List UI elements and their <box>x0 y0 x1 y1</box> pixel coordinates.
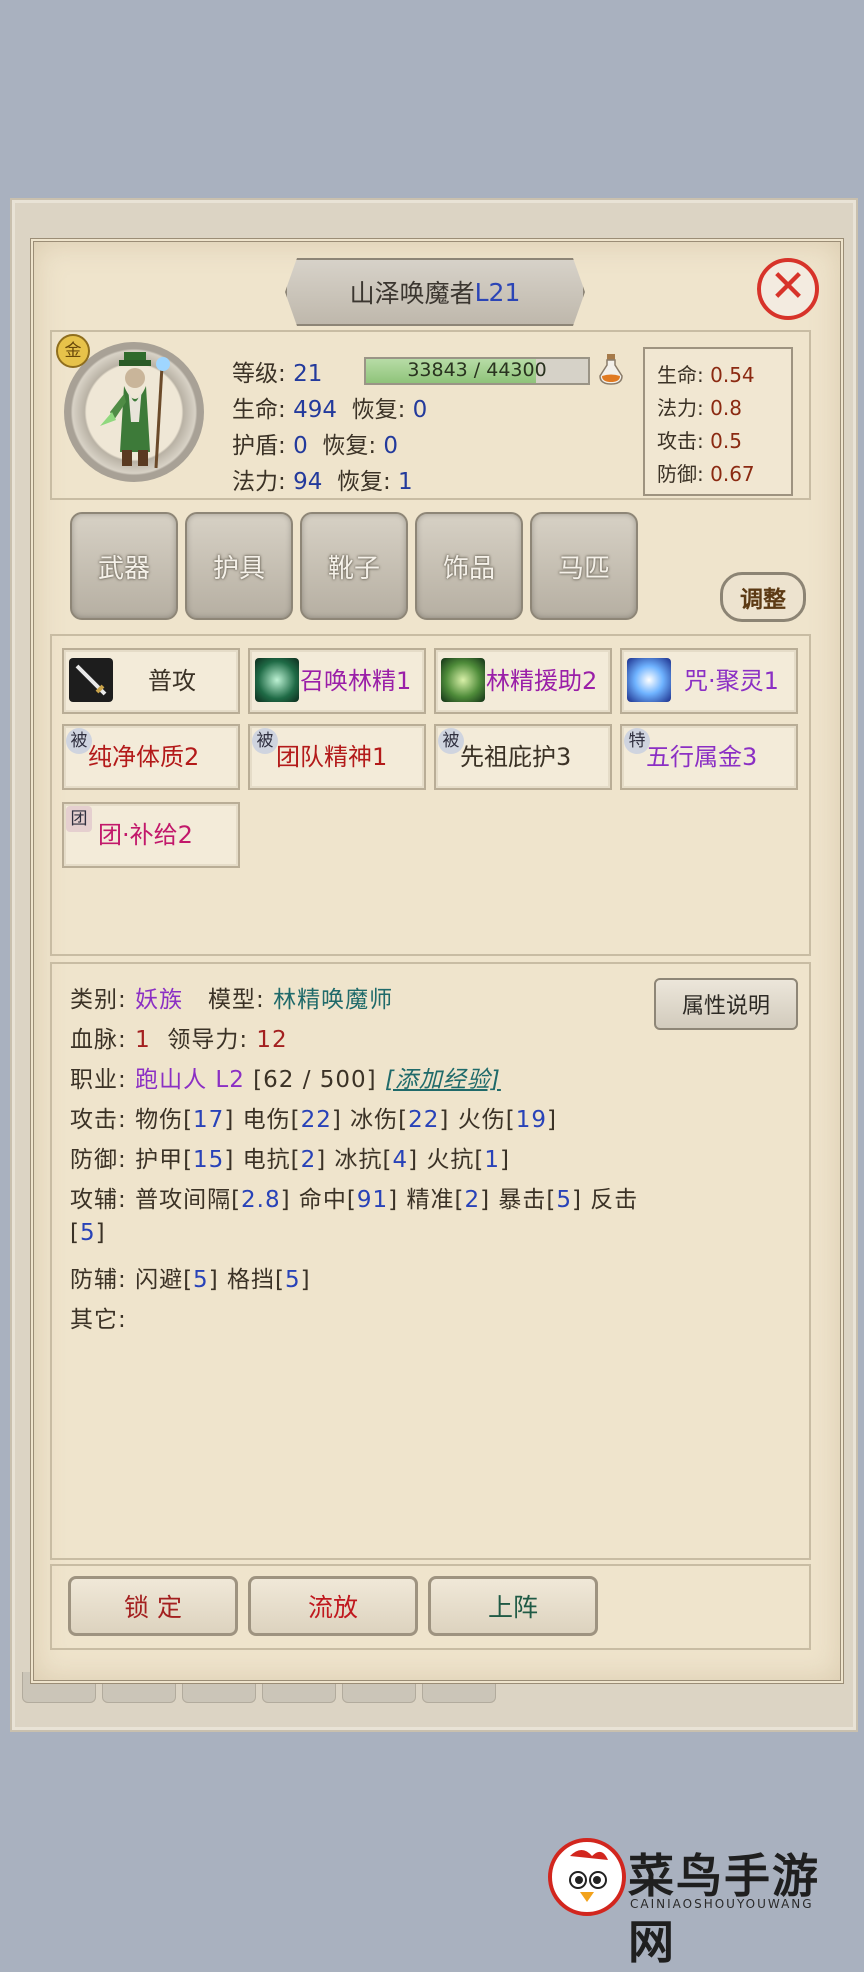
shield-row: 护盾: 0 恢复: 0 <box>232 433 399 459</box>
skill-name: 五行属金3 <box>646 743 758 771</box>
growth-hp: 生命: 0.54 <box>657 363 755 387</box>
equip-slot-boots[interactable]: 靴子 <box>300 512 408 620</box>
skill-slot[interactable]: 咒·聚灵1 <box>620 648 798 714</box>
growth-def: 防御: 0.67 <box>657 462 755 486</box>
summon-icon <box>255 658 299 702</box>
skill-slot[interactable]: 召唤林精1 <box>248 648 426 714</box>
leaf-icon <box>441 658 485 702</box>
exile-button[interactable]: 流放 <box>248 1576 418 1636</box>
hp-row: 生命: 494 恢复: 0 <box>232 397 428 423</box>
mp-row: 法力: 94 恢复: 1 <box>232 469 413 495</box>
skill-slot[interactable]: 林精援助2 <box>434 648 612 714</box>
watermark-bird-icon <box>548 1838 626 1916</box>
equip-slot-horse[interactable]: 马匹 <box>530 512 638 620</box>
close-icon: ✕ <box>769 261 807 312</box>
skill-name: 团队精神1 <box>276 743 388 771</box>
skill-name: 召唤林精1 <box>300 667 412 695</box>
exp-text: 33843 / 44300 <box>407 359 547 381</box>
info-attack-row: 攻击: 物伤[17] 电伤[22] 冰伤[22] 火伤[19] <box>70 1107 557 1133</box>
skill-name: 先祖庇护3 <box>460 743 572 771</box>
potion-icon[interactable] <box>598 352 624 386</box>
skill-slot[interactable]: 特 五行属金3 <box>620 724 798 790</box>
grade-badge: 金 <box>56 334 90 368</box>
sword-icon <box>69 658 113 702</box>
close-button[interactable]: ✕ <box>757 258 819 320</box>
info-defense-row: 防御: 护甲[15] 电抗[2] 冰抗[4] 火抗[1] <box>70 1147 511 1173</box>
skill-name: 普攻 <box>148 667 196 695</box>
skill-slot[interactable]: 被 团队精神1 <box>248 724 426 790</box>
skill-name: 团·补给2 <box>98 821 193 849</box>
passive-tag: 被 <box>252 728 278 754</box>
skill-name: 纯净体质2 <box>88 743 200 771</box>
unit-name: 山泽唤魔者 <box>349 279 475 308</box>
growth-panel: 生命: 0.54 法力: 0.8 攻击: 0.5 防御: 0.67 <box>643 347 793 496</box>
team-tag: 团 <box>66 806 92 832</box>
watermark-subtitle: CAINIAOSHOUYOUWANG <box>630 1897 814 1911</box>
deploy-button[interactable]: 上阵 <box>428 1576 598 1636</box>
equip-slot-armor[interactable]: 护具 <box>185 512 293 620</box>
adjust-button[interactable]: 调整 <box>720 572 806 622</box>
unit-level: L21 <box>474 277 521 307</box>
equip-slot-weapon[interactable]: 武器 <box>70 512 178 620</box>
equip-slot-accessory[interactable]: 饰品 <box>415 512 523 620</box>
level-row: 等级: 21 <box>232 361 323 387</box>
skill-name: 林精援助2 <box>486 667 598 695</box>
lock-button[interactable]: 锁 定 <box>68 1576 238 1636</box>
skill-slot[interactable]: 被 先祖庇护3 <box>434 724 612 790</box>
skill-slot[interactable]: 普攻 <box>62 648 240 714</box>
info-defense-aux-row: 防辅: 闪避[5] 格挡[5] <box>70 1267 311 1293</box>
unit-title: 山泽唤魔者 L21 <box>285 258 585 326</box>
info-attack-aux-row: 攻辅: 普攻间隔[2.8] 命中[91] 精准[2] 暴击[5] 反击 <box>70 1187 639 1213</box>
info-job-row: 职业: 跑山人 L2 [62 / 500] [添加经验] <box>70 1067 501 1093</box>
skill-slot[interactable]: 团 团·补给2 <box>62 802 240 868</box>
info-other-row: 其它: <box>70 1307 127 1333</box>
skill-name: 咒·聚灵1 <box>684 667 779 695</box>
info-type-row: 类别: 妖族 模型: 林精唤魔师 <box>70 987 394 1013</box>
attribute-help-button[interactable]: 属性说明 <box>654 978 798 1030</box>
growth-mp: 法力: 0.8 <box>657 396 742 420</box>
info-attack-aux-row-2: [5] <box>70 1220 106 1246</box>
growth-atk: 攻击: 0.5 <box>657 429 742 453</box>
add-exp-link[interactable]: [添加经验] <box>385 1067 501 1093</box>
info-blood-row: 血脉: 1 领导力: 12 <box>70 1027 288 1053</box>
spirit-icon <box>627 658 671 702</box>
skill-slot[interactable]: 被 纯净体质2 <box>62 724 240 790</box>
